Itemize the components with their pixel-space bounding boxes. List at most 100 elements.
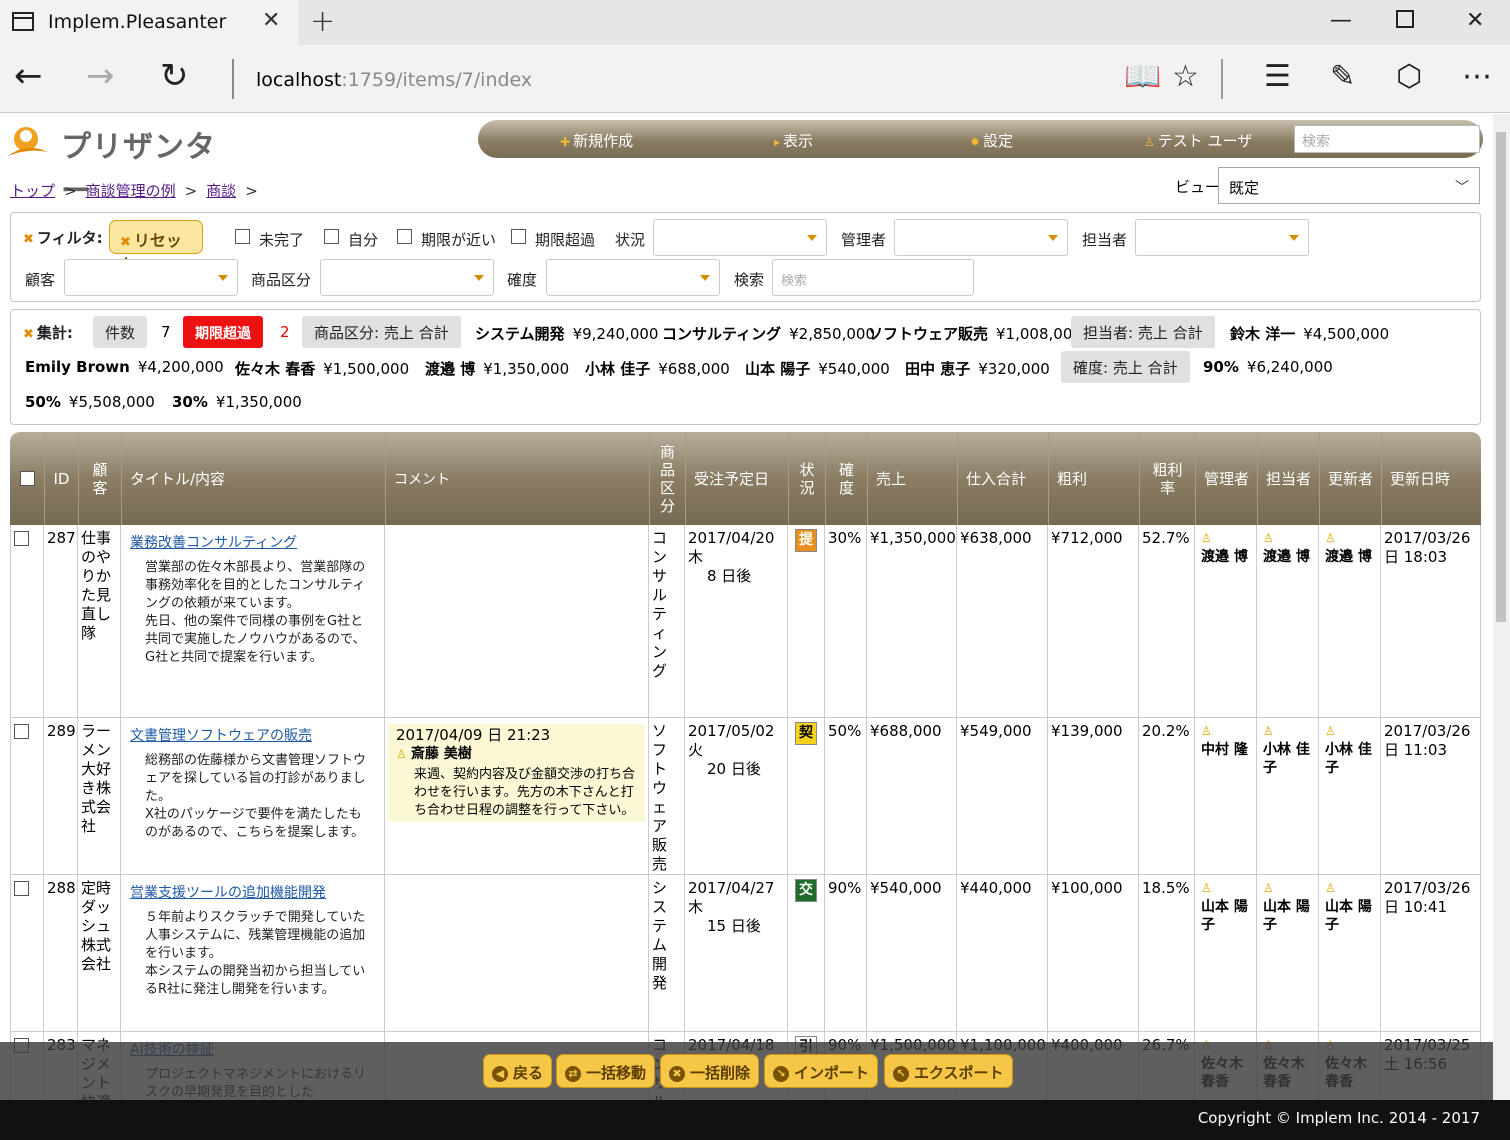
- table-row[interactable]: 288 定時ダッシュ株式会社 営業支援ツールの追加機能開発 ５年前よりスクラッチで開発…: [10, 875, 1481, 1032]
- header-margin[interactable]: 粗利率: [1139, 432, 1195, 525]
- filter-search-input[interactable]: 検索: [772, 259, 974, 296]
- move-icon: ⇄: [565, 1066, 581, 1082]
- nav-user-button[interactable]: ♙ テスト ユーザ: [1144, 130, 1252, 151]
- trash-icon: ✖: [669, 1066, 685, 1082]
- row-checkbox[interactable]: [14, 531, 29, 546]
- cell-owner: ♙ 山本 陽子: [1257, 875, 1319, 1031]
- header-due[interactable]: 受注予定日: [685, 432, 788, 525]
- nav-settings-button[interactable]: ✸ 設定: [970, 130, 1013, 151]
- close-tab-icon[interactable]: ✕: [262, 8, 280, 33]
- breadcrumb-site[interactable]: 商談管理の例: [86, 182, 176, 200]
- filter-overdue-checkbox[interactable]: [511, 229, 526, 244]
- header-status[interactable]: 状況: [788, 432, 825, 525]
- summary-item: 30% ¥1,350,000: [172, 393, 302, 411]
- more-icon[interactable]: ⋯: [1462, 61, 1492, 93]
- import-button[interactable]: ↘ インポート: [764, 1054, 879, 1088]
- item-title-link[interactable]: 業務改善コンサルティング: [130, 534, 375, 553]
- view-select[interactable]: 既定 ﹀: [1218, 167, 1480, 204]
- url-field[interactable]: localhost:1759/items/7/index: [256, 69, 532, 91]
- back-icon[interactable]: ←: [14, 59, 43, 93]
- header-customer[interactable]: 顧客: [78, 432, 121, 525]
- header-manager[interactable]: 管理者: [1195, 432, 1257, 525]
- summary-item: 佐々木 春香 ¥1,500,000: [235, 358, 409, 379]
- header-updated[interactable]: 更新日時: [1381, 432, 1481, 525]
- cell-margin: 18.5%: [1139, 875, 1195, 1031]
- cell-owner: ♙ 渡邉 博: [1257, 525, 1319, 717]
- item-body-text: ５年前よりスクラッチで開発していた人事システムに、残業管理機能の追加を行います。…: [145, 910, 366, 997]
- url-path: :1759/items/7/index: [341, 69, 533, 91]
- filter-owner-dropdown[interactable]: [1135, 219, 1309, 256]
- filter-probability-dropdown[interactable]: [546, 259, 720, 296]
- scrollbar-thumb[interactable]: [1496, 132, 1506, 622]
- nav-view-button[interactable]: ▸ 表示: [774, 130, 813, 151]
- refresh-icon[interactable]: ↻: [160, 59, 189, 93]
- header-sales[interactable]: 売上: [867, 432, 957, 525]
- summary-item: コンサルティング ¥2,850,000: [662, 323, 875, 344]
- nav-search-input[interactable]: 検索: [1294, 125, 1480, 153]
- breadcrumb-sep: >: [245, 182, 258, 200]
- filter-self-checkbox[interactable]: [324, 229, 339, 244]
- item-title-link[interactable]: 営業支援ツールの追加機能開発: [130, 884, 375, 903]
- app-logo[interactable]: プリザンター: [6, 120, 246, 209]
- favorite-star-icon[interactable]: ☆: [1172, 61, 1199, 93]
- summary-item: 田中 恵子 ¥320,000: [905, 358, 1050, 379]
- cell-product: システム開発: [649, 875, 685, 1031]
- table-row[interactable]: 289 ラーメン大好き株式会社 文書管理ソフトウェアの販売 総務部の佐藤様から文書管理…: [10, 718, 1481, 875]
- item-title-link[interactable]: 文書管理ソフトウェアの販売: [130, 727, 375, 746]
- filter-near-due-checkbox[interactable]: [397, 229, 412, 244]
- filter-manager-dropdown[interactable]: [894, 219, 1068, 256]
- summary-item-value: ¥6,240,000: [1246, 358, 1333, 376]
- row-checkbox[interactable]: [14, 724, 29, 739]
- summary-item-value: ¥4,200,000: [137, 358, 224, 376]
- person-name: 渡邉 博: [1201, 549, 1248, 565]
- header-owner[interactable]: 担当者: [1257, 432, 1319, 525]
- header-updater[interactable]: 更新者: [1319, 432, 1381, 525]
- header-title[interactable]: タイトル/内容: [121, 432, 385, 525]
- summary-item: 渡邉 博 ¥1,350,000: [425, 358, 569, 379]
- item-body-text: 営業部の佐々木部長より、営業部隊の事務効率化を目的としたコンサルティングの依頼が…: [145, 560, 366, 665]
- new-tab-icon[interactable]: +: [310, 4, 335, 39]
- header-prob[interactable]: 確度: [825, 432, 867, 525]
- back-button[interactable]: ◀ 戻る: [483, 1054, 553, 1088]
- reading-view-icon[interactable]: 📖: [1124, 61, 1161, 93]
- filter-reset-button[interactable]: ✖リセット: [109, 220, 203, 274]
- filter-incomplete-checkbox[interactable]: [235, 229, 250, 244]
- main-nav: ✚ 新規作成 ▸ 表示 ✸ 設定 ♙ テスト ユーザ 検索: [478, 120, 1483, 158]
- header-cost[interactable]: 仕入合計: [957, 432, 1048, 525]
- hub-icon[interactable]: ☰: [1264, 61, 1291, 93]
- close-window-icon[interactable]: ✕: [1466, 8, 1484, 33]
- header-product[interactable]: 商品区分: [649, 432, 685, 525]
- minimize-icon[interactable]: —: [1330, 8, 1352, 33]
- filter-product-dropdown[interactable]: [320, 259, 494, 296]
- cell-sales: ¥688,000: [867, 718, 957, 874]
- bulk-delete-button[interactable]: ✖ 一括削除: [660, 1054, 760, 1088]
- collapse-x-icon[interactable]: ✖: [23, 327, 34, 342]
- filter-customer-dropdown[interactable]: [64, 259, 238, 296]
- cell-due: 2017/04/20 木8 日後: [685, 525, 788, 717]
- web-note-icon[interactable]: ✎: [1330, 61, 1355, 93]
- filter-status-dropdown[interactable]: [653, 219, 827, 256]
- nav-new-button[interactable]: ✚ 新規作成: [560, 130, 633, 151]
- bulk-move-button[interactable]: ⇄ 一括移動: [556, 1054, 656, 1088]
- share-icon[interactable]: ⬡: [1396, 61, 1422, 93]
- collapse-x-icon[interactable]: ✖: [23, 232, 34, 247]
- cell-manager: ♙ 山本 陽子: [1195, 875, 1257, 1031]
- select-all-checkbox[interactable]: [19, 471, 35, 486]
- header-comment[interactable]: コメント: [385, 432, 649, 525]
- cell-customer: ラーメン大好き株式会社: [78, 718, 121, 874]
- filter-customer-label: 顧客: [25, 271, 56, 289]
- header-id[interactable]: ID: [44, 432, 78, 525]
- maximize-icon[interactable]: [1396, 10, 1414, 28]
- row-checkbox[interactable]: [14, 881, 29, 896]
- browser-tab[interactable]: Implem.Pleasanter ✕: [0, 0, 298, 45]
- cell-cost: ¥549,000: [957, 718, 1048, 874]
- breadcrumb-top[interactable]: トップ: [10, 182, 55, 200]
- filter-probability-label: 確度: [507, 271, 538, 289]
- table-row[interactable]: 287 仕事のやりかた見直し隊 業務改善コンサルティング 営業部の佐々木部長より、営業…: [10, 525, 1481, 718]
- summary-item-value: ¥688,000: [658, 360, 730, 378]
- export-button[interactable]: ↖ エクスポート: [884, 1054, 1013, 1088]
- breadcrumb-current[interactable]: 商談: [206, 182, 236, 200]
- header-profit[interactable]: 粗利: [1048, 432, 1139, 525]
- cell-margin: 52.7%: [1139, 525, 1195, 717]
- forward-icon[interactable]: →: [86, 59, 115, 93]
